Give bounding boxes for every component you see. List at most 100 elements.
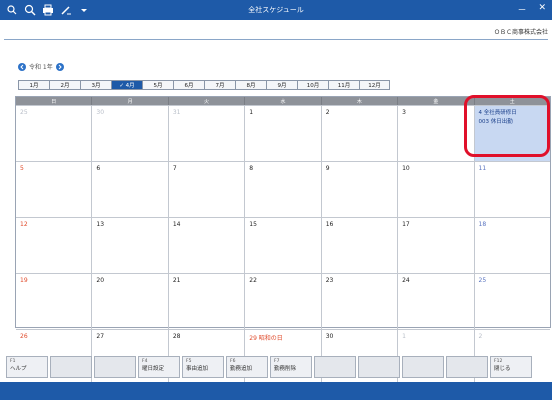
weekday-header-cell: 火: [169, 97, 246, 105]
month-tab-9[interactable]: 9月: [266, 80, 297, 90]
function-key-f7[interactable]: F7 勤務削除: [270, 356, 312, 378]
day-number: 30: [96, 109, 105, 116]
month-tab-10[interactable]: 10月: [297, 80, 328, 90]
minimize-button[interactable]: －: [517, 3, 526, 16]
day-number: 31: [172, 109, 181, 116]
function-key-f6[interactable]: F6 勤務追加: [226, 356, 268, 378]
month-tab-3[interactable]: 3月: [80, 80, 111, 90]
day-number: 27: [96, 333, 105, 340]
day-number: 8: [249, 165, 254, 172]
day-number: 14: [172, 221, 181, 228]
day-number: 19: [20, 277, 28, 284]
calendar-day-cell[interactable]: 22: [245, 274, 322, 329]
day-number: 1: [249, 109, 254, 116]
calendar-day-cell[interactable]: 7: [169, 162, 246, 217]
day-number: 3: [402, 109, 406, 116]
day-number: 5: [20, 165, 24, 172]
highlight-annotation: [464, 95, 550, 157]
calendar-day-cell[interactable]: 9: [322, 162, 399, 217]
day-number: 21: [172, 277, 181, 284]
month-tab-5[interactable]: 5月: [142, 80, 173, 90]
day-number: 18: [478, 221, 487, 228]
calendar-day-cell[interactable]: 21: [169, 274, 246, 329]
calendar-day-cell[interactable]: 1: [245, 106, 322, 161]
window-controls: － ✕: [517, 3, 546, 16]
function-key-f5[interactable]: F5 事由追加: [182, 356, 224, 378]
calendar-day-cell[interactable]: 14: [169, 218, 246, 273]
calendar-day-cell[interactable]: 24: [398, 274, 475, 329]
calendar-day-cell[interactable]: 17: [398, 218, 475, 273]
function-key-empty: [446, 356, 488, 378]
function-key-label: 勤務削除: [274, 366, 297, 372]
day-number: 2: [325, 109, 330, 116]
month-tab-8[interactable]: 8月: [235, 80, 266, 90]
month-tab-1[interactable]: 1月: [18, 80, 49, 90]
calendar-day-cell[interactable]: 31: [169, 106, 246, 161]
day-number: 22: [249, 277, 257, 284]
calendar-day-cell[interactable]: 11: [475, 162, 550, 217]
calendar-week-row: 19 20 21 22 23 24 25: [16, 273, 550, 329]
day-number: 7: [172, 165, 177, 172]
year-label: 令和 1年: [29, 64, 53, 71]
calendar-day-cell[interactable]: 2: [322, 106, 399, 161]
calendar-day-cell[interactable]: 20: [92, 274, 169, 329]
month-tab-12[interactable]: 12月: [359, 80, 390, 90]
calendar-day-cell[interactable]: 6: [92, 162, 169, 217]
title-bar: 全社スケジュール － ✕: [0, 0, 552, 20]
calendar-day-cell[interactable]: 25: [16, 106, 93, 161]
month-tab-6[interactable]: 6月: [173, 80, 204, 90]
month-tab-2[interactable]: 2月: [49, 80, 80, 90]
calendar-day-cell[interactable]: 30: [92, 106, 169, 161]
function-key-label: 勤務追加: [230, 366, 253, 372]
calendar-day-cell[interactable]: 19: [16, 274, 93, 329]
day-number: 1: [402, 333, 406, 340]
day-number: 12: [20, 221, 28, 228]
function-key-label: ヘルプ: [10, 366, 27, 372]
month-tab-7[interactable]: 7月: [204, 80, 235, 90]
function-key-label: 閉じる: [494, 366, 511, 372]
calendar-day-cell[interactable]: 15: [245, 218, 322, 273]
calendar-day-cell[interactable]: 13: [92, 218, 169, 273]
function-key-f1[interactable]: F1 ヘルプ: [6, 356, 48, 378]
prev-year-button[interactable]: [18, 62, 26, 71]
calendar-day-cell[interactable]: 23: [322, 274, 399, 329]
calendar-day-cell[interactable]: 25: [475, 274, 550, 329]
month-tab-4[interactable]: ✓ 4月: [111, 80, 142, 90]
calendar-day-cell[interactable]: 5: [16, 162, 93, 217]
day-number: 15: [249, 221, 257, 228]
day-number: 9: [325, 165, 330, 172]
function-key-f12[interactable]: F12 閉じる: [490, 356, 532, 378]
day-number: 20: [96, 277, 105, 284]
calendar-day-cell[interactable]: 18: [475, 218, 550, 273]
function-key-bar: F1 ヘルプ F4 曜日設定 F5 事由追加 F6 勤務追加 F7 勤務削除 F12 閉じる: [6, 356, 532, 378]
day-number: 11: [478, 165, 487, 172]
month-tab-11[interactable]: 11月: [328, 80, 359, 90]
day-number: 23: [325, 277, 334, 284]
weekday-header-cell: 木: [322, 97, 399, 105]
day-number: 26: [20, 333, 28, 340]
day-number: 28: [172, 333, 181, 340]
calendar-day-cell[interactable]: 12: [16, 218, 93, 273]
day-number: 17: [402, 221, 410, 228]
calendar-day-cell[interactable]: 8: [245, 162, 322, 217]
calendar-week-row: 5 6 7 8 9 10 11: [16, 161, 550, 217]
status-bar: [0, 382, 552, 400]
calendar-day-cell[interactable]: 16: [322, 218, 399, 273]
day-number: 2: [478, 333, 483, 340]
next-year-button[interactable]: [55, 62, 64, 71]
weekday-header-cell: 日: [16, 97, 93, 105]
day-number: 13: [96, 221, 105, 228]
day-number: 29 昭和の日: [249, 335, 283, 342]
close-button[interactable]: ✕: [538, 3, 546, 16]
day-number: 24: [402, 277, 410, 284]
day-number: 25: [20, 109, 28, 116]
day-number: 25: [478, 277, 487, 284]
function-key-f4[interactable]: F4 曜日設定: [138, 356, 180, 378]
calendar-day-cell[interactable]: 10: [398, 162, 475, 217]
calendar-week-row: 12 13 14 15 16 17 18: [16, 217, 550, 273]
weekday-header-cell: 水: [245, 97, 322, 105]
weekday-header-cell: 月: [92, 97, 169, 105]
function-key-empty: [94, 356, 136, 378]
header-divider: [4, 39, 548, 40]
function-key-empty: [50, 356, 92, 378]
